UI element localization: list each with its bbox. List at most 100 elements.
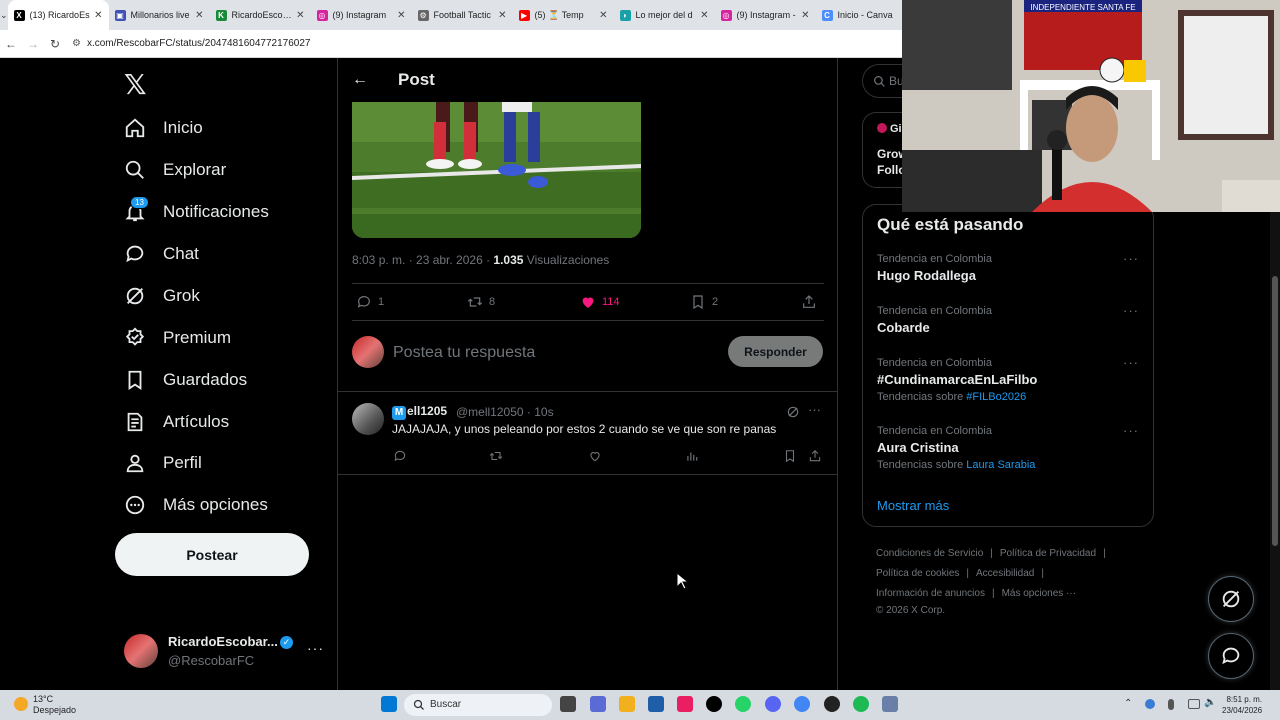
close-icon[interactable]: ✕ <box>599 10 607 21</box>
browser-tab[interactable]: ◎ (9) Instagram ✕ <box>311 0 412 30</box>
show-more-link[interactable]: Mostrar más <box>877 498 949 513</box>
trend-item[interactable]: Tendencia en Colombia #CundinamarcaEnLaFi… <box>877 355 1147 403</box>
browser-tab[interactable]: ◎ (9) Instagram - ✕ <box>715 0 816 30</box>
more-dots-icon[interactable]: ··· <box>808 402 821 417</box>
tab-search-button[interactable]: ⌄ <box>0 0 8 30</box>
more-dots-icon[interactable]: ··· <box>1123 251 1139 266</box>
reply-input[interactable]: Postea tu respuesta <box>393 344 535 362</box>
spotify-icon[interactable] <box>853 696 869 712</box>
close-icon[interactable]: ✕ <box>94 10 102 21</box>
repost-icon[interactable] <box>489 449 503 463</box>
post-media-video[interactable] <box>352 102 641 238</box>
file-explorer-icon[interactable] <box>619 696 635 712</box>
trend-item[interactable]: Tendencia en Colombia Cobarde ··· <box>877 303 1147 335</box>
volume-icon[interactable]: 🔈 <box>1204 697 1216 708</box>
taskbar-search[interactable]: Buscar <box>404 694 552 716</box>
browser-tab[interactable]: X (13) RicardoEs ✕ <box>7 0 109 30</box>
forward-arrow-icon[interactable]: → <box>22 37 44 51</box>
close-icon[interactable]: ✕ <box>801 10 809 21</box>
sidebar-item-chat[interactable]: Chat <box>124 239 199 269</box>
sidebar-item-more-circle[interactable]: Más opciones <box>124 490 268 520</box>
url-field[interactable]: ⚙ x.com/RescobarFC/status/204748160477217… <box>72 38 310 49</box>
post-timestamp[interactable]: 8:03 p. m. · 23 abr. 2026 · <box>352 253 493 267</box>
sidebar-item-grok[interactable]: Grok <box>124 281 200 311</box>
app-icon-pink[interactable] <box>677 696 693 712</box>
chrome-icon[interactable] <box>794 696 810 712</box>
reply-submit-button[interactable]: Responder <box>728 336 823 367</box>
scrollbar-thumb[interactable] <box>1272 276 1278 546</box>
task-view-icon[interactable] <box>560 696 576 712</box>
post-button[interactable]: Postear <box>115 533 309 576</box>
browser-tab[interactable]: K RicardoEscobar ✕ <box>210 0 311 30</box>
copilot-icon[interactable] <box>590 696 606 712</box>
reply-icon[interactable] <box>393 449 407 463</box>
accessibility-link[interactable]: Accesibilidad <box>976 568 1034 579</box>
more-dots-icon[interactable]: ··· <box>307 640 324 656</box>
back-arrow-icon[interactable]: ← <box>0 37 22 51</box>
obs-icon[interactable] <box>824 696 840 712</box>
browser-tab[interactable]: ⚙ Football Tactic ✕ <box>412 0 513 30</box>
sidebar-item-home[interactable]: Inicio <box>124 113 203 143</box>
avatar[interactable] <box>352 403 384 435</box>
close-icon[interactable]: ✕ <box>397 10 405 21</box>
privacy-link[interactable]: Política de Privacidad <box>1000 548 1096 559</box>
share-button[interactable] <box>801 294 823 310</box>
sidebar-item-bookmark[interactable]: Guardados <box>124 365 247 395</box>
close-icon[interactable]: ✕ <box>498 10 506 21</box>
reply-item[interactable]: Mell1205 @mell12050 · 10s ··· JAJAJAJA, … <box>338 393 837 475</box>
sidebar-item-premium[interactable]: Premium <box>124 323 231 353</box>
app-icon-blue[interactable] <box>882 696 898 712</box>
browser-tab[interactable]: ◗ Lo mejor del d ✕ <box>614 0 715 30</box>
reply-author-name[interactable]: Mell1205 <box>392 404 447 420</box>
trend-item[interactable]: Tendencia en Colombia Hugo Rodallega ··· <box>877 251 1147 283</box>
browser-tab[interactable]: ▣ Millonarios live ✕ <box>109 0 210 30</box>
terms-link[interactable]: Condiciones de Servicio <box>876 548 983 559</box>
sidebar-item-article[interactable]: Artículos <box>124 407 229 437</box>
network-icon[interactable] <box>1145 699 1155 709</box>
heart-icon[interactable] <box>588 449 602 463</box>
weather-widget[interactable]: 13°C Despejado <box>14 694 76 716</box>
close-icon[interactable]: ✕ <box>296 10 304 21</box>
whatsapp-icon[interactable] <box>735 696 751 712</box>
back-arrow-icon[interactable]: ← <box>352 71 368 89</box>
reply-author-handle[interactable]: @mell12050 · 10s <box>456 405 554 419</box>
trend-item[interactable]: Tendencia en Colombia Aura Cristina Tenden… <box>877 423 1147 471</box>
messages-fab-button[interactable] <box>1208 633 1254 679</box>
close-icon[interactable]: ✕ <box>195 10 203 21</box>
like-button[interactable]: 114 <box>580 294 620 310</box>
repost-button[interactable]: 8 <box>467 294 495 310</box>
url-text[interactable]: x.com/RescobarFC/status/2047481604772176… <box>87 38 310 49</box>
views-chart-icon[interactable] <box>685 449 699 463</box>
more-dots-icon[interactable]: ··· <box>1123 355 1139 370</box>
bookmark-button[interactable]: 2 <box>690 294 718 310</box>
grok-fab-button[interactable] <box>1208 576 1254 622</box>
reload-icon[interactable]: ↻ <box>44 37 66 51</box>
bookmark-icon[interactable] <box>783 449 797 463</box>
cookies-link[interactable]: Política de cookies <box>876 568 959 579</box>
store-icon[interactable] <box>648 696 664 712</box>
browser-tab[interactable]: ▶ (5) ⏳ Temp ✕ <box>513 0 614 30</box>
close-icon[interactable]: ✕ <box>700 10 708 21</box>
more-options-link[interactable]: Más opciones ··· <box>1002 588 1076 599</box>
taskbar-clock[interactable]: 8:51 p. m. 23/04/2026 <box>1222 694 1262 716</box>
x-logo-icon[interactable]: 𝕏 <box>124 68 147 101</box>
microphone-icon[interactable] <box>1168 699 1174 710</box>
sidebar-item-search[interactable]: Explorar <box>124 155 226 185</box>
discord-icon[interactable] <box>765 696 781 712</box>
monitor-icon[interactable] <box>1188 699 1200 709</box>
site-info-icon[interactable]: ⚙ <box>72 38 81 49</box>
reply-button[interactable]: 1 <box>356 294 384 310</box>
trend-related-tag[interactable]: Laura Sarabia <box>966 459 1035 471</box>
verified-icon: ✓ <box>280 636 293 649</box>
grok-icon[interactable] <box>786 405 800 419</box>
more-dots-icon[interactable]: ··· <box>1123 423 1139 438</box>
tiktok-icon[interactable] <box>706 696 722 712</box>
sidebar-item-person[interactable]: Perfil <box>124 448 202 478</box>
windows-start-icon[interactable] <box>381 696 397 712</box>
more-dots-icon[interactable]: ··· <box>1123 303 1139 318</box>
trend-related-tag[interactable]: #FILBo2026 <box>966 391 1026 403</box>
ads-info-link[interactable]: Información de anuncios <box>876 588 985 599</box>
chevron-up-icon[interactable]: ⌃ <box>1124 698 1132 709</box>
account-switcher[interactable]: RicardoEscobar... ✓ @RescobarFC ··· <box>124 632 324 672</box>
share-icon[interactable] <box>808 449 822 463</box>
